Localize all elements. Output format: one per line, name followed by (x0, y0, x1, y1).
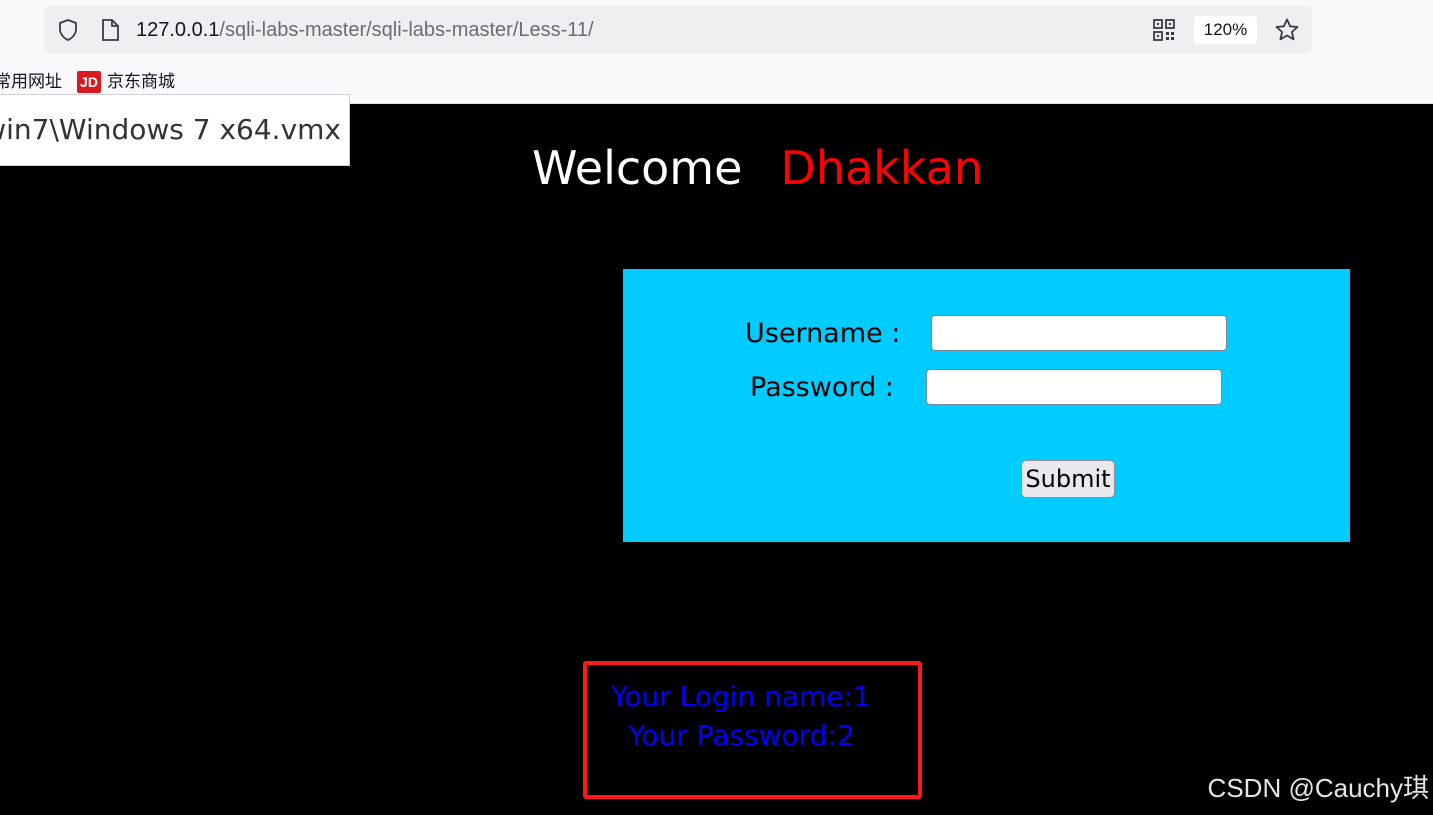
welcome-name: Dhakkan (780, 141, 983, 195)
url-host: 127.0.0.1 (136, 19, 220, 41)
submit-button[interactable]: Submit (1021, 460, 1115, 498)
password-field[interactable] (926, 369, 1222, 405)
bookmark-item[interactable]: 常用网址 (0, 68, 62, 96)
result-login-name: Your Login name:1 (611, 680, 871, 713)
browser-toolbar: 127.0.0.1/sqli-labs-master/sqli-labs-mas… (0, 0, 1433, 104)
address-bar[interactable]: 127.0.0.1/sqli-labs-master/sqli-labs-mas… (44, 6, 1312, 54)
result-password: Your Password:2 (628, 719, 855, 752)
password-label: Password : (750, 372, 894, 403)
username-field[interactable] (931, 315, 1227, 351)
qr-code-icon[interactable] (1152, 18, 1176, 46)
welcome-text: Welcome (532, 141, 743, 195)
username-label: Username : (745, 318, 901, 349)
login-form: Username : Password : Submit (623, 269, 1350, 542)
login-result-highlight: Your Login name:1 Your Password:2 (583, 661, 922, 799)
tooltip-text: 3\win7\Windows 7 x64.vmx (0, 113, 341, 146)
bookmark-item[interactable]: 京东商城 (107, 68, 175, 96)
page-title: Welcome Dhakkan (532, 138, 983, 198)
bookmarks-bar: 常用网址 JD 京东商城 (0, 68, 600, 96)
watermark: CSDN @Cauchy琪 (1207, 773, 1429, 803)
zoom-level-button[interactable]: 120% (1194, 16, 1257, 44)
page-icon (99, 18, 121, 46)
url-path: /sqli-labs-master/sqli-labs-master/Less-… (219, 19, 594, 41)
star-icon[interactable] (1274, 17, 1300, 47)
jd-logo-icon: JD (77, 71, 101, 93)
shield-icon[interactable] (56, 18, 80, 46)
url-text[interactable]: 127.0.0.1/sqli-labs-master/sqli-labs-mas… (136, 18, 594, 42)
tooltip: 3\win7\Windows 7 x64.vmx (0, 94, 350, 166)
